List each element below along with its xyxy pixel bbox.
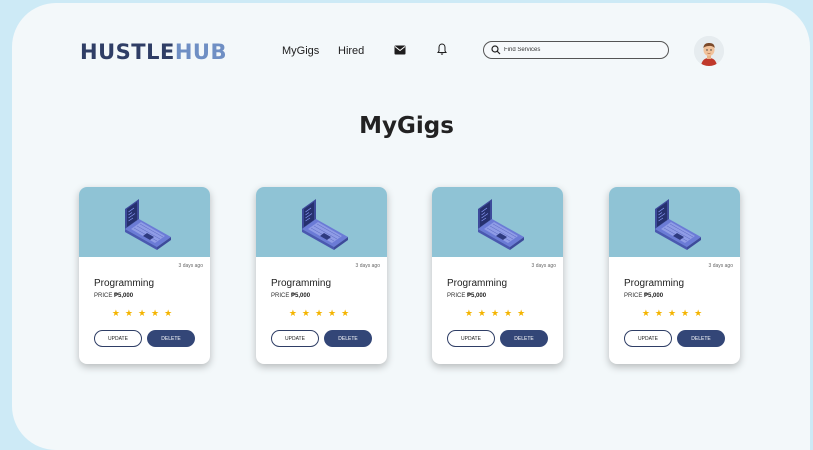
rating-stars: ★★★★★ bbox=[464, 308, 531, 318]
laptop-icon bbox=[478, 199, 524, 250]
gig-card-title: Programming bbox=[271, 278, 332, 289]
gig-card-date: 3 days ago bbox=[178, 263, 203, 269]
price-value: ₱5,000 bbox=[644, 293, 664, 299]
price-label: PRICE bbox=[94, 293, 113, 299]
price-value: ₱5,000 bbox=[291, 293, 311, 299]
delete-button[interactable]: DELETE bbox=[500, 330, 548, 347]
update-button[interactable]: UPDATE bbox=[447, 330, 495, 347]
gig-card-date: 3 days ago bbox=[708, 263, 733, 269]
brand-part-2: HUB bbox=[174, 40, 227, 64]
gig-card-price: PRICE ₱5,000 bbox=[94, 293, 133, 299]
search-input[interactable] bbox=[504, 43, 654, 57]
update-button[interactable]: UPDATE bbox=[271, 330, 319, 347]
search-icon bbox=[491, 45, 501, 55]
brand-part-1: HUSTLE bbox=[80, 40, 175, 64]
gig-card-title: Programming bbox=[447, 278, 508, 289]
gig-card-price: PRICE ₱5,000 bbox=[447, 293, 486, 299]
price-value: ₱5,000 bbox=[114, 293, 134, 299]
gig-card-title: Programming bbox=[94, 278, 155, 289]
laptop-icon bbox=[125, 199, 171, 250]
gig-card-image bbox=[609, 187, 740, 257]
bell-icon[interactable] bbox=[437, 43, 447, 56]
page-title: MyGigs bbox=[359, 113, 454, 139]
delete-button[interactable]: DELETE bbox=[324, 330, 372, 347]
nav-hired[interactable]: Hired bbox=[338, 45, 364, 57]
avatar-icon bbox=[694, 36, 724, 66]
gig-card-image bbox=[79, 187, 210, 257]
mail-icon[interactable] bbox=[394, 45, 406, 55]
gig-card-image bbox=[432, 187, 563, 257]
gig-card[interactable]: 3 days ago Programming PRICE ₱5,000 ★★★★… bbox=[79, 187, 210, 364]
update-button[interactable]: UPDATE bbox=[94, 330, 142, 347]
search-bar[interactable] bbox=[483, 41, 669, 59]
brand-logo[interactable]: HUSTLEHUB bbox=[80, 40, 227, 64]
gig-card[interactable]: 3 days ago Programming PRICE ₱5,000 ★★★★… bbox=[256, 187, 387, 364]
gig-card-date: 3 days ago bbox=[355, 263, 380, 269]
laptop-icon bbox=[655, 199, 701, 250]
avatar[interactable] bbox=[694, 36, 724, 66]
delete-button[interactable]: DELETE bbox=[677, 330, 725, 347]
rating-stars: ★★★★★ bbox=[288, 308, 355, 318]
nav-mygigs[interactable]: MyGigs bbox=[282, 45, 319, 57]
price-value: ₱5,000 bbox=[467, 293, 487, 299]
rating-stars: ★★★★★ bbox=[641, 308, 708, 318]
gig-card[interactable]: 3 days ago Programming PRICE ₱5,000 ★★★★… bbox=[609, 187, 740, 364]
gig-card[interactable]: 3 days ago Programming PRICE ₱5,000 ★★★★… bbox=[432, 187, 563, 364]
rating-stars: ★★★★★ bbox=[111, 308, 178, 318]
price-label: PRICE bbox=[447, 293, 466, 299]
gig-card-price: PRICE ₱5,000 bbox=[271, 293, 310, 299]
gig-card-date: 3 days ago bbox=[531, 263, 556, 269]
gig-card-title: Programming bbox=[624, 278, 685, 289]
gig-card-price: PRICE ₱5,000 bbox=[624, 293, 663, 299]
gig-card-image bbox=[256, 187, 387, 257]
laptop-icon bbox=[302, 199, 348, 250]
price-label: PRICE bbox=[624, 293, 643, 299]
delete-button[interactable]: DELETE bbox=[147, 330, 195, 347]
update-button[interactable]: UPDATE bbox=[624, 330, 672, 347]
price-label: PRICE bbox=[271, 293, 290, 299]
